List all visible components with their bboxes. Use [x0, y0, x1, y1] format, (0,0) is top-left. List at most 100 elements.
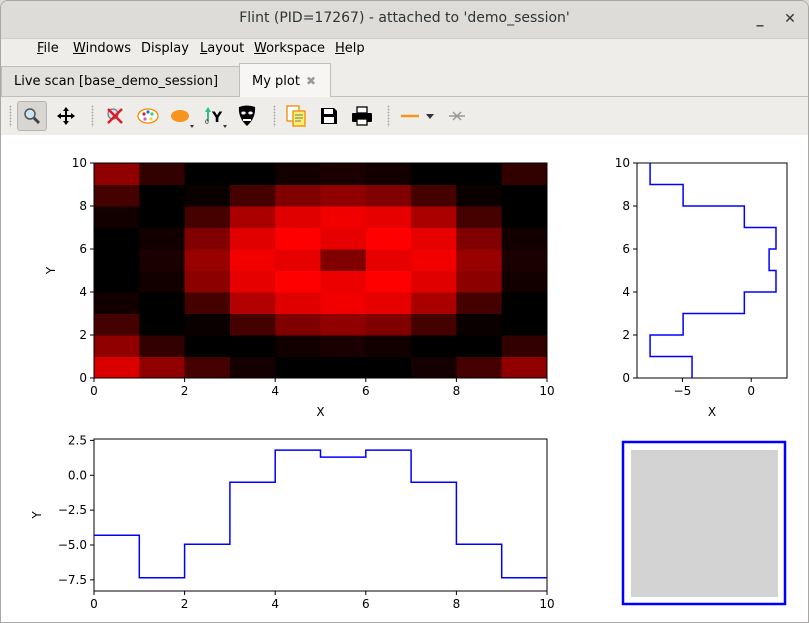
heatmap-cell — [411, 356, 457, 379]
print-icon — [352, 106, 372, 126]
tab-bar: Live scan [base_demo_session] My plot ✖ — [1, 63, 808, 97]
x-tick-label: 0 — [747, 384, 755, 398]
x-axis-label: X — [316, 405, 324, 419]
heatmap-cell — [365, 335, 412, 357]
heatmap-cell — [94, 184, 140, 207]
heatmap-cell — [411, 227, 457, 250]
heatmap-cell — [365, 184, 412, 207]
menu-file[interactable]: File — [37, 41, 59, 56]
heatmap-cell — [229, 335, 276, 357]
heatmap-cell — [229, 356, 276, 379]
heatmap-cell — [411, 270, 457, 293]
menu-display[interactable]: Display — [141, 41, 189, 56]
x-tick-label: 10 — [539, 384, 554, 398]
menu-workspace[interactable]: Workspace — [254, 41, 325, 56]
y-tick-label: −5.0 — [58, 538, 87, 552]
y-tick-label: 2 — [622, 328, 630, 342]
toolbar-separator — [387, 105, 390, 127]
plot-canvas[interactable]: 0 2 4 6 8 10 0 2 4 6 8 10 X Y −5 0 0 2 4 6 8 10 X 0 2 4 6 8 10 2.5 0… — [1, 135, 808, 622]
line-style-button[interactable] — [397, 101, 441, 131]
heatmap-cell — [94, 313, 140, 336]
tab-live-scan[interactable]: Live scan [base_demo_session] — [1, 66, 240, 96]
heatmap-cell — [501, 249, 548, 271]
heatmap-cell — [184, 249, 231, 271]
pan-tool-button[interactable] — [51, 101, 81, 131]
x-tick-label: 8 — [453, 384, 461, 398]
toolbar-grip[interactable] — [9, 105, 12, 127]
heatmap-cell — [184, 206, 231, 228]
close-tab-icon[interactable]: ✖ — [306, 74, 316, 88]
svg-text:Y: Y — [211, 110, 223, 126]
heatmap-cell — [139, 184, 186, 207]
heatmap-cell — [456, 227, 503, 250]
y-tick-label: 2.5 — [68, 433, 87, 447]
heatmap-cell — [411, 249, 457, 271]
x-tick-label: 4 — [271, 384, 279, 398]
menu-windows[interactable]: Windows — [73, 41, 131, 56]
minimize-button[interactable]: _ — [750, 9, 770, 29]
heatmap-cell — [501, 270, 548, 293]
y-tick-label: 10 — [72, 156, 87, 170]
y-tick-label: 4 — [622, 285, 630, 299]
y-axis-button[interactable]: 0Y — [201, 101, 231, 131]
heatmap-cell — [139, 163, 186, 185]
crosshair-icon — [449, 111, 465, 121]
heatmap-cell — [229, 206, 276, 228]
heatmap-cell — [320, 313, 367, 336]
heatmap-cell — [229, 313, 276, 336]
heatmap-cell — [184, 292, 231, 314]
y-tick-label: 8 — [79, 199, 87, 213]
reset-zoom-button[interactable] — [100, 101, 130, 131]
heatmap-cell — [320, 270, 367, 293]
print-button[interactable] — [347, 101, 377, 131]
x-tick-label: 0 — [90, 384, 98, 398]
bottom-histogram-plot[interactable]: 0 2 4 6 8 10 2.5 0.0 −2.5 −5.0 −7.5 Y — [30, 433, 555, 611]
heatmap-cell — [365, 313, 412, 336]
y-tick-label: 10 — [615, 156, 630, 170]
heatmap-cell — [229, 184, 276, 207]
title-bar[interactable]: Flint (PID=17267) - attached to 'demo_se… — [1, 1, 808, 39]
heatmap-cell — [365, 227, 412, 250]
window-title: Flint (PID=17267) - attached to 'demo_se… — [239, 10, 570, 26]
heatmap-cell — [275, 206, 321, 228]
heatmap-cell — [501, 206, 548, 228]
heatmap-cell — [365, 292, 412, 314]
side-histogram-plot[interactable]: −5 0 0 2 4 6 8 10 X — [615, 156, 788, 419]
svg-text:0: 0 — [205, 119, 209, 126]
heatmap-cell — [411, 292, 457, 314]
tab-my-plot[interactable]: My plot ✖ — [239, 63, 331, 97]
y-axis-label: Y — [44, 266, 58, 275]
heatmap-cell — [320, 206, 367, 228]
mask-button[interactable] — [232, 101, 262, 131]
save-icon — [321, 108, 337, 124]
plot-toolbar: 0Y — [1, 96, 808, 136]
save-button[interactable] — [314, 101, 344, 131]
heatmap-cell — [229, 292, 276, 314]
heatmap-cell — [229, 163, 276, 185]
copy-button[interactable] — [281, 101, 311, 131]
crosshair-button[interactable] — [442, 101, 472, 131]
colormap-button[interactable] — [133, 101, 163, 131]
heatmap-cell — [139, 313, 186, 336]
marker-style-button[interactable] — [167, 101, 197, 131]
marker-style-icon — [171, 110, 194, 128]
y-tick-label: 6 — [622, 242, 630, 256]
zoom-tool-button[interactable] — [17, 101, 47, 131]
menu-layout[interactable]: Layout — [200, 41, 244, 56]
heatmap-cell — [139, 356, 186, 379]
heatmap-cell — [275, 335, 321, 357]
side-plot-frame — [636, 162, 788, 379]
heatmap-cell — [275, 292, 321, 314]
y-axis-icon: 0Y — [205, 107, 227, 128]
heatmap-cell — [320, 227, 367, 250]
heatmap-cell — [456, 356, 503, 379]
heatmap-cell — [229, 270, 276, 293]
heatmap-cell — [456, 313, 503, 336]
heatmap-plot[interactable]: 0 2 4 6 8 10 0 2 4 6 8 10 X Y — [44, 156, 555, 419]
menu-help[interactable]: Help — [335, 41, 365, 56]
close-window-button[interactable]: ✕ — [780, 9, 800, 29]
heatmap-cell — [501, 356, 548, 379]
heatmap-cell — [94, 249, 140, 271]
heatmap-cell — [320, 292, 367, 314]
plot-figure[interactable]: 0 2 4 6 8 100246810XY −5 00246810X 0 2 4 6 8 102.50… — [1, 135, 808, 622]
